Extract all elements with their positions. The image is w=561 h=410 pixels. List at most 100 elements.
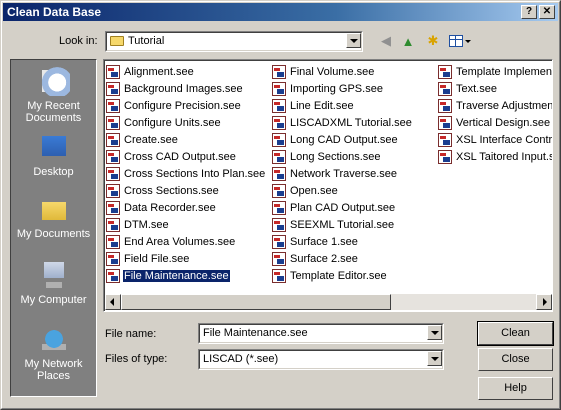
file-item[interactable]: File Maintenance.see <box>106 267 271 284</box>
see-file-icon <box>106 183 120 198</box>
dialog-window: Clean Data Base ? ✕ Look in: Tutorial ◀ … <box>0 0 561 410</box>
file-item[interactable]: Cross CAD Output.see <box>106 148 271 165</box>
file-name-dropdown-arrow[interactable] <box>427 325 442 340</box>
see-file-icon <box>438 98 452 113</box>
file-item[interactable]: XSL Taitored Input.s <box>438 148 552 165</box>
chevron-down-icon <box>465 39 471 43</box>
file-item-label: End Area Volumes.see <box>124 235 236 248</box>
file-item-label: Network Traverse.see <box>290 167 397 180</box>
place-desktop[interactable]: Desktop <box>11 132 96 178</box>
see-file-icon <box>106 234 120 249</box>
scroll-left-button[interactable] <box>105 294 121 310</box>
file-item-label: Cross Sections.see <box>124 184 219 197</box>
see-file-icon <box>272 132 286 147</box>
see-file-icon <box>272 234 286 249</box>
close-button[interactable]: Close <box>478 348 553 371</box>
look-in-dropdown[interactable]: Tutorial <box>105 31 363 52</box>
file-item[interactable]: Open.see <box>272 182 437 199</box>
file-item[interactable]: Final Volume.see <box>272 63 437 80</box>
see-file-icon <box>438 132 452 147</box>
file-item[interactable]: Data Recorder.see <box>106 199 271 216</box>
file-list[interactable]: Alignment.see Background Images.see Config… <box>103 59 553 312</box>
file-item[interactable]: Configure Precision.see <box>106 97 271 114</box>
file-item[interactable]: Long Sections.see <box>272 148 437 165</box>
place-my-documents[interactable]: My Documents <box>11 194 96 240</box>
see-file-icon <box>272 251 286 266</box>
recent-documents-icon <box>37 66 70 96</box>
file-item-label: Configure Units.see <box>124 116 221 129</box>
up-folder-icon[interactable]: ▲ <box>399 33 417 49</box>
file-item-label: Template Editor.see <box>290 269 387 282</box>
file-column-2: Final Volume.see Importing GPS.see Line Ed… <box>272 63 437 284</box>
file-item[interactable]: Template Implement <box>438 63 552 80</box>
file-item-label: Final Volume.see <box>290 65 375 78</box>
file-item-label: Surface 2.see <box>290 252 358 265</box>
see-file-icon <box>106 166 120 181</box>
title-help-button[interactable]: ? <box>521 5 537 19</box>
file-item[interactable]: XSL Interface Contro <box>438 131 552 148</box>
horizontal-scrollbar[interactable] <box>105 294 552 310</box>
look-in-label: Look in: <box>59 35 98 47</box>
place-my-recent-documents[interactable]: My Recent Documents <box>11 66 96 124</box>
scroll-right-button[interactable] <box>536 294 552 310</box>
scroll-thumb[interactable] <box>121 294 391 310</box>
window-title: Clean Data Base <box>7 5 102 19</box>
file-item-label: Surface 1.see <box>290 235 358 248</box>
see-file-icon <box>106 64 120 79</box>
place-my-network-places[interactable]: My Network Places <box>11 324 96 382</box>
file-type-select[interactable]: LISCAD (*.see) <box>198 349 444 370</box>
title-close-button[interactable]: ✕ <box>539 5 555 19</box>
file-item[interactable]: Network Traverse.see <box>272 165 437 182</box>
views-menu-icon[interactable] <box>448 33 472 49</box>
file-item[interactable]: DTM.see <box>106 216 271 233</box>
file-item-label: XSL Taitored Input.s <box>456 150 552 163</box>
file-item-label: File Maintenance.see <box>122 268 231 283</box>
file-name-input[interactable]: File Maintenance.see <box>198 323 444 344</box>
file-item[interactable]: Field File.see <box>106 250 271 267</box>
see-file-icon <box>106 200 120 215</box>
file-item[interactable]: Alignment.see <box>106 63 271 80</box>
file-item[interactable]: Template Editor.see <box>272 267 437 284</box>
place-my-computer[interactable]: My Computer <box>11 260 96 306</box>
place-label: My Network Places <box>24 358 83 382</box>
my-computer-icon <box>37 260 70 290</box>
file-item[interactable]: Surface 2.see <box>272 250 437 267</box>
file-item[interactable]: LISCADXML Tutorial.see <box>272 114 437 131</box>
help-button[interactable]: Help <box>478 377 553 400</box>
file-item[interactable]: Vertical Design.see <box>438 114 552 131</box>
file-item[interactable]: Surface 1.see <box>272 233 437 250</box>
see-file-icon <box>272 200 286 215</box>
file-name-label: File name: <box>105 328 157 340</box>
file-item-label: Text.see <box>456 82 497 95</box>
file-item[interactable]: Traverse Adjustment <box>438 97 552 114</box>
look-in-dropdown-arrow[interactable] <box>346 33 361 48</box>
look-in-value: Tutorial <box>128 35 165 47</box>
file-item[interactable]: SEEXML Tutorial.see <box>272 216 437 233</box>
file-item-label: Data Recorder.see <box>124 201 216 214</box>
file-item[interactable]: Configure Units.see <box>106 114 271 131</box>
file-item-label: Field File.see <box>124 252 190 265</box>
file-item-label: Traverse Adjustment <box>456 99 552 112</box>
file-item[interactable]: Plan CAD Output.see <box>272 199 437 216</box>
file-item[interactable]: End Area Volumes.see <box>106 233 271 250</box>
see-file-icon <box>272 166 286 181</box>
file-item[interactable]: Create.see <box>106 131 271 148</box>
new-folder-icon[interactable]: ✱ <box>424 33 442 49</box>
file-item[interactable]: Text.see <box>438 80 552 97</box>
file-type-dropdown-arrow[interactable] <box>427 351 442 366</box>
title-bar[interactable]: Clean Data Base ? ✕ <box>3 3 558 21</box>
clean-button[interactable]: Clean <box>477 321 554 346</box>
file-item-label: Vertical Design.see <box>456 116 551 129</box>
see-file-icon <box>438 115 452 130</box>
file-item[interactable]: Cross Sections.see <box>106 182 271 199</box>
file-item[interactable]: Long CAD Output.see <box>272 131 437 148</box>
back-arrow-icon[interactable]: ◀ <box>377 33 395 49</box>
see-file-icon <box>272 81 286 96</box>
file-item-label: Cross Sections Into Plan.see <box>124 167 266 180</box>
see-file-icon <box>106 132 120 147</box>
file-item-label: Create.see <box>124 133 178 146</box>
file-item[interactable]: Cross Sections Into Plan.see <box>106 165 271 182</box>
file-item[interactable]: Background Images.see <box>106 80 271 97</box>
file-item[interactable]: Line Edit.see <box>272 97 437 114</box>
file-item[interactable]: Importing GPS.see <box>272 80 437 97</box>
